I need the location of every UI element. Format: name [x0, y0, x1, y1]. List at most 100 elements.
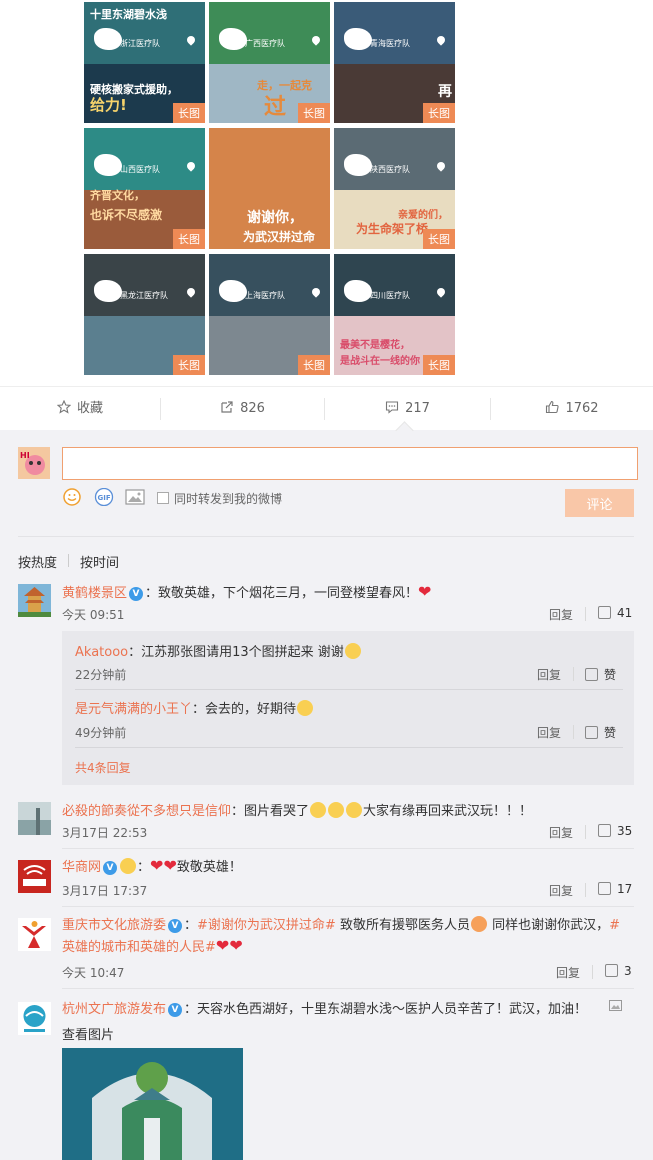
sub-reply-time: 49分钟前: [75, 726, 127, 740]
tile-caption: 齐晋文化，: [90, 189, 145, 202]
comment-like-button[interactable]: 35: [598, 824, 632, 838]
comment-username[interactable]: 杭州文广旅游发布: [62, 1002, 166, 1017]
comment-input[interactable]: [62, 447, 638, 480]
image-tile[interactable]: 谢谢你， 为武汉拼过命: [209, 128, 330, 249]
repost-count: 826: [240, 401, 265, 416]
avatar[interactable]: [18, 860, 51, 893]
comment-like-button[interactable]: 17: [598, 882, 632, 896]
sub-reply-username[interactable]: Akatooo: [75, 645, 128, 660]
avatar: HI: [18, 447, 50, 479]
topic-link[interactable]: #谢谢你为武汉拼过命#: [197, 918, 336, 933]
comment-username[interactable]: 必殺的節奏從不多想只是信仰: [62, 804, 231, 819]
comment-body: ：致敬英雄，下个烟花三月，一同登楼望春风！: [145, 586, 419, 601]
tile-team: 广西医疗队: [245, 39, 285, 48]
comment-like-button[interactable]: 41: [598, 606, 632, 620]
view-image-link[interactable]: 查看图片: [62, 1024, 114, 1043]
tile-team: 四川医疗队: [370, 291, 410, 300]
sort-by-heat-tab[interactable]: 按热度: [18, 552, 57, 571]
province-map-icon: [94, 154, 122, 176]
view-all-replies-link[interactable]: 共4条回复: [75, 759, 131, 776]
sub-reply-like-button[interactable]: 赞: [585, 666, 616, 683]
comment-username[interactable]: 华商网: [62, 860, 101, 875]
favorite-button[interactable]: 收藏: [0, 387, 160, 431]
reply-button[interactable]: 回复: [549, 824, 573, 841]
emoji-icon[interactable]: [63, 488, 81, 506]
topic-link[interactable]: 英雄的城市和英雄的人民#: [62, 940, 216, 955]
divider: [62, 848, 634, 849]
fan-emoji-icon: [120, 858, 137, 874]
verified-icon: V: [129, 587, 144, 601]
sub-reply-like-label: 赞: [604, 726, 617, 740]
comment-count: 217: [405, 401, 430, 416]
reply-button[interactable]: 回复: [537, 666, 561, 683]
sub-reply-like-button[interactable]: 赞: [585, 724, 616, 741]
avatar[interactable]: [18, 1002, 51, 1035]
tile-caption-2: 为生命架了桥: [356, 222, 429, 236]
avatar[interactable]: [18, 802, 51, 835]
sub-reply-username[interactable]: 是元气满满的小王丫: [75, 702, 192, 717]
comment-like-count: 35: [617, 824, 633, 838]
submit-comment-button[interactable]: 评论: [565, 489, 634, 517]
image-upload-icon[interactable]: [125, 488, 145, 506]
verified-icon: V: [168, 1003, 183, 1017]
image-tile[interactable]: 黑龙江医疗队 长图: [84, 254, 205, 375]
image-tile[interactable]: 四川医疗队 最美不是樱花， 是战斗在一线的你 长图: [334, 254, 455, 375]
province-map-icon: [94, 28, 122, 50]
province-map-icon: [344, 28, 372, 50]
tile-headline: 十里东湖碧水浅: [90, 8, 167, 21]
comment-body-continued: 同样也谢谢你武汉，: [492, 918, 610, 933]
province-map-icon: [94, 280, 122, 302]
comment-icon: [386, 401, 399, 414]
reply-button[interactable]: 回复: [556, 964, 580, 981]
image-tile[interactable]: 山西医疗队 齐晋文化， 也诉不尽感激 长图: [84, 128, 205, 249]
reply-button[interactable]: 回复: [549, 606, 573, 623]
comment-image[interactable]: [62, 1048, 243, 1160]
comment-text: 杭州文广旅游发布 V ：天容水色西湖好，十里东湖碧水浅～医护人员辛苦了！武汉，加油！: [62, 998, 587, 1017]
reply-button[interactable]: 回复: [549, 882, 573, 899]
hangzhou-logo-icon: [18, 1002, 51, 1035]
comment-username[interactable]: 重庆市文化旅游委: [62, 918, 166, 933]
tile-team: 山西医疗队: [120, 165, 160, 174]
long-image-badge: 长图: [173, 229, 205, 249]
gif-icon[interactable]: GIF: [94, 487, 114, 507]
tile-caption-2: 过: [264, 95, 287, 120]
comment-text: 必殺的節奏從不多想只是信仰：图片看哭了 大家有缘再回来武汉玩！！！: [62, 800, 532, 819]
image-tile[interactable]: 广西医疗队 走，一起克 过 长图: [209, 2, 330, 123]
pagoda-avatar-icon: [18, 584, 51, 617]
favorite-label: 收藏: [76, 401, 103, 416]
tile-caption-2: 再: [438, 84, 452, 100]
comment-body: ：天容水色西湖好，十里东湖碧水浅～医护人员辛苦了！武汉，加油！: [184, 1002, 588, 1017]
tile-team: 陕西医疗队: [370, 165, 410, 174]
divider: [573, 725, 574, 739]
verified-icon: V: [168, 919, 183, 933]
avatar[interactable]: [18, 584, 51, 617]
comment-username[interactable]: 黄鹤楼景区: [62, 586, 127, 601]
thumbs-up-icon: [585, 668, 598, 681]
image-tile[interactable]: 十里东湖碧水浅 浙江医疗队 硬核搬家式援助， 给力! 长图: [84, 2, 205, 123]
repost-button[interactable]: 826: [161, 387, 324, 431]
sort-by-time-tab[interactable]: 按时间: [80, 552, 119, 571]
comment-text: 英雄的城市和英雄的人民#❤❤: [62, 936, 243, 955]
avatar[interactable]: [18, 918, 51, 951]
image-tile[interactable]: 上海医疗队 长图: [209, 254, 330, 375]
comment-time: 今天 09:51: [62, 608, 125, 622]
like-button[interactable]: 1762: [491, 387, 653, 431]
topic-link[interactable]: #: [609, 918, 620, 933]
comment-like-button[interactable]: 3: [605, 964, 632, 978]
image-tile[interactable]: 青海医疗队 再 长图: [334, 2, 455, 123]
sub-reply-like-label: 赞: [604, 668, 617, 682]
tile-caption: 谢谢你，: [247, 210, 303, 226]
comment-time: 今天 10:47: [62, 966, 125, 980]
comment-separator: ：: [137, 860, 151, 875]
picture-icon: [125, 489, 145, 505]
tile-caption-2: 给力!: [90, 96, 127, 114]
divider: [585, 607, 586, 621]
divider: [585, 825, 586, 839]
sync-repost-checkbox[interactable]: [157, 492, 169, 504]
reply-button[interactable]: 回复: [537, 724, 561, 741]
aerial-photo: [62, 1048, 243, 1160]
image-tile[interactable]: 陕西医疗队 亲爱的们， 为生命架了桥 长图: [334, 128, 455, 249]
comment-time: 3月17日 17:37: [62, 884, 148, 898]
long-image-badge: 长图: [423, 229, 455, 249]
long-image-badge: 长图: [173, 355, 205, 375]
